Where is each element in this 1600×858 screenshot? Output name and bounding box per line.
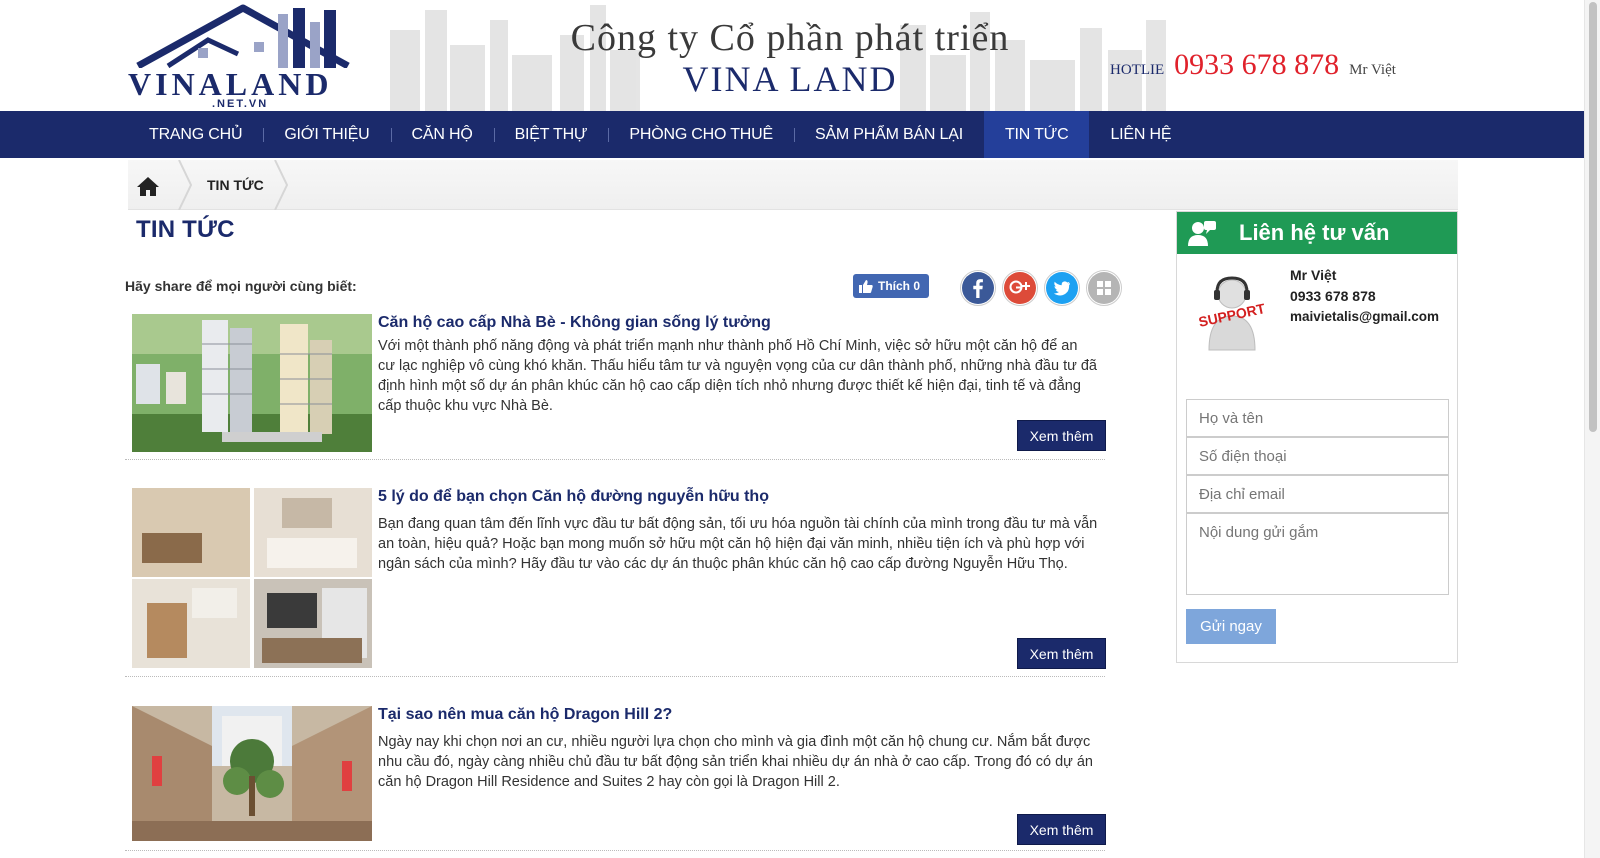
contact-sidebar: Liên hệ tư vấn SUPPORT Mr Việt 0933 678 … <box>1176 211 1458 663</box>
contact-email[interactable]: maivietalis@gmail.com <box>1290 309 1439 324</box>
nav-item-resale-products[interactable]: SẢM PHẨM BÁN LẠI <box>793 111 984 158</box>
site-logo[interactable]: VINALAND .NET.VN <box>128 4 360 110</box>
google-plus-icon <box>1004 272 1036 304</box>
twitter-share-button[interactable] <box>1044 270 1080 306</box>
sidebar-title: Liên hệ tư vấn <box>1239 220 1390 245</box>
share-icon <box>1088 272 1120 304</box>
news-article: Căn hộ cao cấp Nhà Bè - Không gian sống … <box>125 314 1106 460</box>
consultant-icon <box>1188 221 1216 246</box>
breadcrumb: TIN TỨC <box>128 160 1458 210</box>
article-description: Ngày nay khi chọn nơi an cư, nhiều người… <box>378 734 1093 790</box>
contact-phone[interactable]: 0933 678 878 <box>1290 288 1376 304</box>
read-more-button[interactable]: Xem thêm <box>1017 814 1106 845</box>
email-field[interactable] <box>1186 475 1449 513</box>
more-share-button[interactable] <box>1086 270 1122 306</box>
name-field[interactable] <box>1186 399 1449 437</box>
logo-house-icon <box>136 4 350 68</box>
hotline-number[interactable]: 0933 678 878 <box>1174 48 1339 81</box>
article-description: Bạn đang quan tâm đến lĩnh vực đầu tư bấ… <box>378 516 1098 572</box>
nav-item-rooms-for-rent[interactable]: PHÒNG CHO THUÊ <box>608 111 794 158</box>
article-thumbnail-image[interactable] <box>132 488 372 668</box>
page-title: TIN TỨC <box>136 216 235 243</box>
article-title[interactable]: Căn hộ cao cấp Nhà Bè - Không gian sống … <box>378 314 1098 332</box>
facebook-icon <box>962 272 994 304</box>
hotline-contact-name: Mr Việt <box>1349 62 1396 78</box>
facebook-share-button[interactable] <box>960 270 996 306</box>
hotline-label: HOTLIE <box>1110 62 1165 78</box>
nav-item-home[interactable]: TRANG CHỦ <box>128 111 263 158</box>
like-label: Thích 0 <box>878 279 921 293</box>
hotline: HOTLIE 0933 678 878 Mr Việt <box>1110 48 1396 82</box>
thumbs-up-icon <box>859 280 873 293</box>
article-title[interactable]: 5 lý do để bạn chọn Căn hộ đường nguyễn … <box>378 488 1098 506</box>
breadcrumb-current: TIN TỨC <box>207 177 264 193</box>
support-agent-image: SUPPORT <box>1197 276 1267 351</box>
news-article: 5 lý do để bạn chọn Căn hộ đường nguyễn … <box>125 488 1106 677</box>
company-name-line1: Công ty Cổ phần phát triển <box>570 17 1010 59</box>
nav-item-villas[interactable]: BIỆT THỰ <box>493 111 609 158</box>
article-thumbnail-image[interactable] <box>132 314 372 452</box>
breadcrumb-separator-icon <box>178 160 192 210</box>
twitter-icon <box>1046 272 1078 304</box>
google-plus-share-button[interactable] <box>1002 270 1038 306</box>
breadcrumb-separator-icon <box>274 160 288 210</box>
nav-item-apartments[interactable]: CĂN HỘ <box>390 111 494 158</box>
article-title[interactable]: Tại sao nên mua căn hộ Dragon Hill 2? <box>378 706 1098 724</box>
facebook-like-button[interactable]: Thích 0 <box>853 274 929 298</box>
news-article: Tại sao nên mua căn hộ Dragon Hill 2? Ng… <box>125 706 1106 851</box>
message-field[interactable] <box>1186 513 1449 595</box>
share-prompt: Hãy share để mọi người cùng biết: <box>125 278 357 294</box>
article-description: Với một thành phố năng động và phát triể… <box>378 338 1097 414</box>
article-thumbnail-image[interactable] <box>132 706 372 841</box>
read-more-button[interactable]: Xem thêm <box>1017 420 1106 451</box>
company-name: Công ty Cổ phần phát triển VINA LAND <box>520 16 1060 100</box>
read-more-button[interactable]: Xem thêm <box>1017 638 1106 669</box>
logo-sub-text: .NET.VN <box>212 98 269 110</box>
company-name-line2: VINA LAND <box>682 59 898 99</box>
contact-name: Mr Việt <box>1290 267 1337 283</box>
home-icon[interactable] <box>136 175 160 197</box>
scrollbar-thumb[interactable] <box>1589 2 1597 432</box>
nav-item-contact[interactable]: LIÊN HỆ <box>1089 111 1192 158</box>
nav-item-news[interactable]: TIN TỨC <box>983 111 1090 158</box>
site-header: VINALAND .NET.VN Công ty Cổ phần phát tr… <box>0 0 1584 111</box>
page-scrollbar[interactable] <box>1584 0 1600 858</box>
nav-item-about[interactable]: GIỚI THIỆU <box>263 111 390 158</box>
sidebar-header: Liên hệ tư vấn <box>1177 212 1457 254</box>
main-navigation: TRANG CHỦ GIỚI THIỆU CĂN HỘ BIỆT THỰ PHÒ… <box>0 111 1584 158</box>
phone-field[interactable] <box>1186 437 1449 475</box>
send-button[interactable]: Gửi ngay <box>1186 609 1276 644</box>
